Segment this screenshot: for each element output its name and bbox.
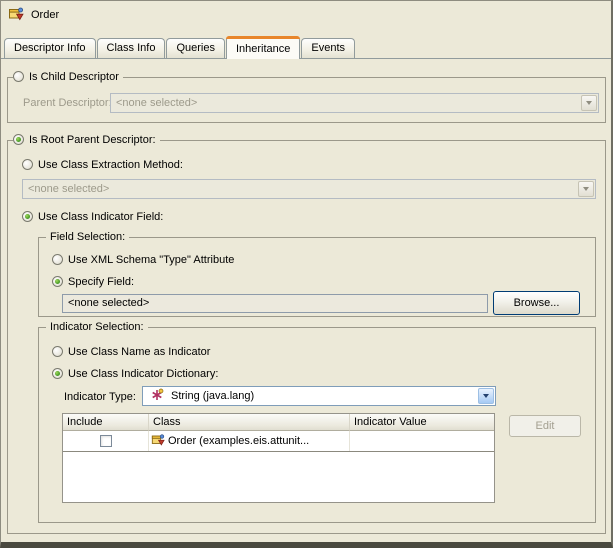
indicator-type-label: Indicator Type: [64,391,136,403]
indicator-selection-title: Indicator Selection: [46,321,148,334]
table-row[interactable]: Order (examples.eis.attunit... [63,431,494,452]
tab-queries[interactable]: Queries [166,38,225,58]
parent-descriptor-label: Parent Descriptor: [23,97,112,109]
table-header: Include Class Indicator Value [63,414,494,431]
use-class-extraction-method-radio[interactable]: Use Class Extraction Method: [22,158,187,171]
radio-label: Use Class Indicator Dictionary: [68,367,219,380]
chevron-down-icon [578,181,594,197]
use-class-indicator-field-radio[interactable]: Use Class Indicator Field: [22,210,168,223]
column-header-indicator-value[interactable]: Indicator Value [350,414,494,431]
radio-icon [52,276,63,287]
radio-icon [52,254,63,265]
specify-field-input[interactable]: <none selected> [62,294,488,313]
page-title: Order [31,9,60,21]
column-header-include[interactable]: Include [63,414,149,431]
tab-descriptor-info[interactable]: Descriptor Info [4,38,96,58]
class-cell-text: Order (examples.eis.attunit... [168,435,310,447]
radio-label: Is Child Descriptor [29,70,119,83]
parent-descriptor-combo[interactable]: <none selected> [110,93,599,113]
radio-icon [52,368,63,379]
include-checkbox[interactable] [99,435,112,447]
radio-icon [13,134,24,145]
string-type-icon [150,388,164,405]
chevron-down-icon [581,95,597,111]
is-root-parent-descriptor-radio[interactable]: Is Root Parent Descriptor: [13,133,160,146]
radio-label: Use Class Extraction Method: [38,158,183,171]
class-icon [151,433,165,450]
indicator-value-cell[interactable] [350,431,494,451]
inheritance-panel: Order Descriptor Info Class Info Queries… [0,0,613,548]
descriptor-icon [8,6,24,22]
specify-field-radio[interactable]: Specify Field: [52,275,139,288]
combo-value: <none selected> [116,97,198,109]
radio-label: Use XML Schema "Type" Attribute [68,253,235,266]
radio-label: Use Class Indicator Field: [38,210,164,223]
radio-icon [52,346,63,357]
class-extraction-method-combo[interactable]: <none selected> [22,179,596,199]
radio-label: Is Root Parent Descriptor: [29,133,156,146]
radio-label: Use Class Name as Indicator [68,345,211,358]
combo-value: <none selected> [28,183,110,195]
use-class-indicator-dictionary-radio[interactable]: Use Class Indicator Dictionary: [52,367,223,380]
column-header-class[interactable]: Class [149,414,350,431]
chevron-down-icon [478,388,494,404]
tab-events[interactable]: Events [301,38,356,58]
browse-button[interactable]: Browse... [493,291,580,315]
radio-label: Specify Field: [68,275,135,288]
use-class-name-as-indicator-radio[interactable]: Use Class Name as Indicator [52,345,215,358]
radio-icon [22,159,33,170]
radio-icon [22,211,33,222]
indicator-type-combo[interactable]: String (java.lang) [142,386,496,406]
tab-bar: Descriptor Info Class Info Queries Inher… [4,36,356,59]
indicator-table[interactable]: Include Class Indicator Value Order (exa… [62,413,495,503]
edit-button[interactable]: Edit [509,415,581,437]
combo-value: String (java.lang) [171,390,255,402]
tab-inheritance[interactable]: Inheritance [225,36,301,59]
is-child-descriptor-radio[interactable]: Is Child Descriptor [13,70,123,83]
radio-icon [13,71,24,82]
field-selection-title: Field Selection: [46,231,130,244]
tab-class-info[interactable]: Class Info [96,38,166,58]
use-xml-schema-type-attribute-radio[interactable]: Use XML Schema "Type" Attribute [52,253,239,266]
